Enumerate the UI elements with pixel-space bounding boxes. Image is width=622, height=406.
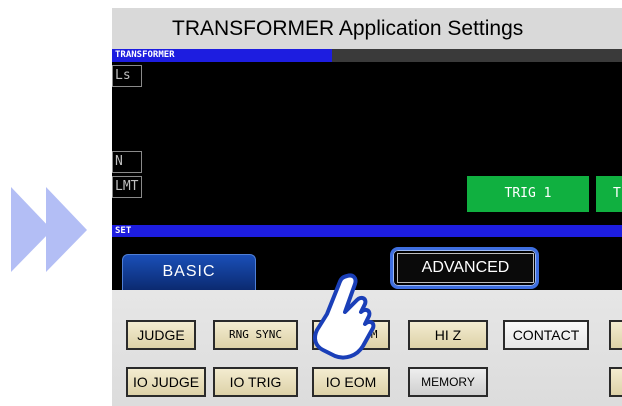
hi-z-button[interactable]: HI Z: [408, 320, 488, 350]
set-section-header: SET: [112, 225, 622, 237]
param-ls: Ls: [112, 65, 142, 87]
io-judge-button[interactable]: IO JUDGE: [126, 367, 206, 397]
extra-button-row1[interactable]: [609, 320, 622, 350]
judge-button[interactable]: JUDGE: [126, 320, 196, 350]
extra-button-row2[interactable]: [609, 367, 622, 397]
pointing-hand-icon: [313, 273, 376, 360]
trig-2-button[interactable]: T: [596, 176, 622, 212]
transformer-section-header: TRANSFORMER: [112, 49, 332, 62]
trig-1-button[interactable]: TRIG 1: [467, 176, 589, 212]
set-section-label: SET: [115, 226, 132, 236]
measurement-display: TRANSFORMER Ls N LMT TRIG 1 T: [112, 49, 622, 225]
section-header-strip: [332, 49, 622, 62]
rng-sync-button[interactable]: RNG SYNC: [213, 320, 298, 350]
param-lmt: LMT: [112, 176, 142, 198]
memory-button[interactable]: MEMORY: [408, 367, 488, 397]
page-title: TRANSFORMER Application Settings: [112, 8, 622, 49]
double-arrow-icon: [11, 187, 87, 272]
tab-advanced[interactable]: ADVANCED: [397, 253, 534, 283]
param-n: N: [112, 151, 142, 173]
io-trig-button[interactable]: IO TRIG: [213, 367, 298, 397]
io-eom-button[interactable]: IO EOM: [312, 367, 390, 397]
contact-button[interactable]: CONTACT: [503, 320, 589, 350]
tab-basic[interactable]: BASIC: [122, 254, 256, 290]
